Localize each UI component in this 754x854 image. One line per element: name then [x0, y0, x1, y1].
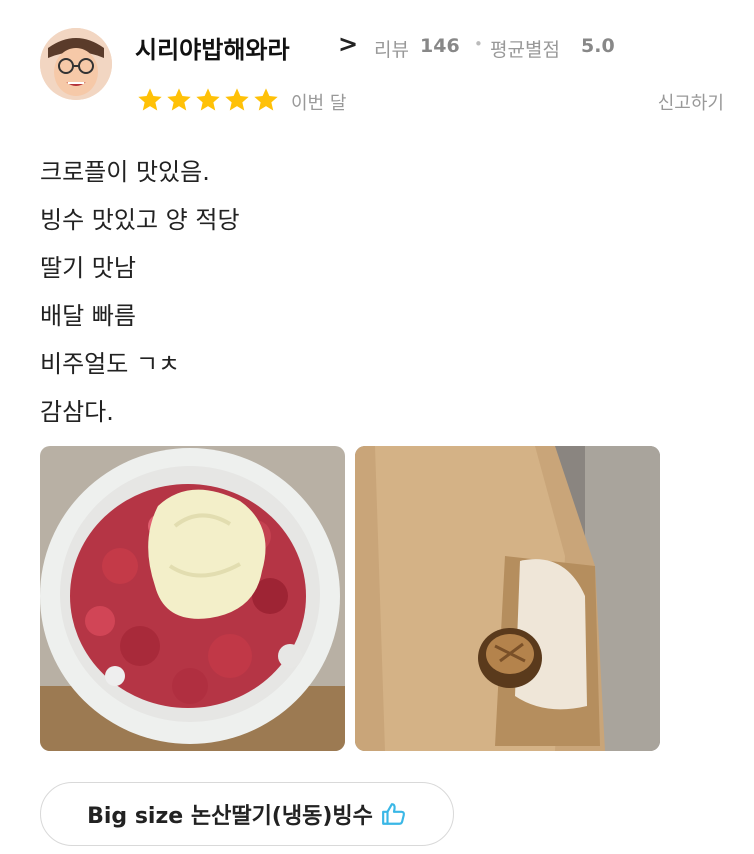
- review-text-line: 감삼다.: [40, 398, 114, 426]
- rating-stars: [136, 86, 280, 114]
- thumbs-up-icon: [381, 803, 405, 825]
- star-icon: [196, 88, 220, 111]
- review-count: 146: [420, 35, 460, 57]
- avg-rating-label: 평균별점: [490, 39, 560, 61]
- star-icon: [167, 88, 191, 111]
- star-icon: [254, 88, 278, 111]
- review-photo-strawberry-bingsu[interactable]: [40, 446, 345, 751]
- review-text-line: 크로플이 맛있음.: [40, 158, 210, 186]
- menu-tag-chip[interactable]: Big size 논산딸기(냉동)빙수: [40, 782, 454, 846]
- star-icon: [138, 88, 162, 111]
- reviewer-name[interactable]: 시리야밥해와라: [135, 30, 290, 65]
- review-date: 이번 달: [291, 93, 347, 114]
- review-text-line: 빙수 맛있고 양 적당: [40, 206, 240, 234]
- review-text-line: 배달 빠름: [40, 302, 136, 330]
- star-icon: [225, 88, 249, 111]
- review-text-line: 딸기 맛남: [40, 254, 136, 282]
- stat-separator: •: [474, 35, 483, 53]
- report-button[interactable]: 신고하기: [658, 89, 724, 115]
- reviewer-avatar[interactable]: [40, 28, 112, 100]
- review-count-label: 리뷰: [374, 39, 409, 61]
- review-photo-croffle[interactable]: [355, 446, 660, 751]
- review-text-line: 비주얼도 ㄱㅊ: [40, 350, 181, 378]
- reviewer-profile-chevron-icon[interactable]: >: [338, 30, 358, 58]
- review-text: 크로플이 맛있음. 빙수 맛있고 양 적당 딸기 맛남 배달 빠름 비주얼도 ㄱ…: [40, 148, 240, 436]
- avg-rating-value: 5.0: [581, 35, 615, 57]
- menu-tag-label: Big size 논산딸기(냉동)빙수: [87, 804, 373, 829]
